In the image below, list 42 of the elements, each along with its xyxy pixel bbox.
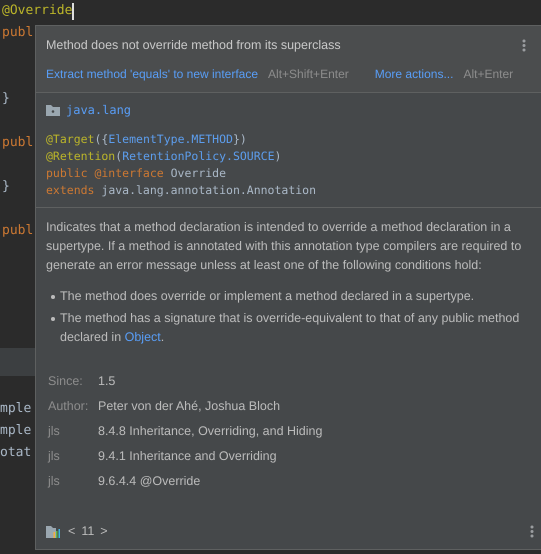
tag-value: 9.4.1 Inheritance and Overriding bbox=[98, 448, 278, 465]
library-icon bbox=[46, 525, 62, 538]
tag-label: Author: bbox=[48, 398, 90, 415]
code-line: } bbox=[2, 90, 10, 108]
tag-label: jls bbox=[48, 448, 61, 465]
previous-link[interactable]: < bbox=[68, 522, 76, 541]
next-link[interactable]: > bbox=[100, 522, 108, 541]
tag-value: 1.5 bbox=[98, 372, 116, 390]
description-text: Indicates that a method declaration is intended to override a method declaration in a supertype. If a method is annotated with this annotation type compilers are required to generate an error message unless at least one of the following conditions hold: bbox=[46, 218, 522, 274]
declaration-line: extends java.lang.annotation.Annotation bbox=[46, 182, 318, 199]
bullet-icon bbox=[51, 316, 55, 321]
code-line: mple bbox=[0, 422, 32, 440]
package-link[interactable]: java.lang bbox=[66, 100, 132, 119]
tag-label: jls bbox=[48, 472, 61, 490]
condition-text: The method has a signature that is override-equivalent to that of any public method declared in Object. bbox=[60, 310, 520, 346]
declaration-line: @Retention(RetentionPolicy.SOURCE) bbox=[46, 148, 282, 165]
condition-text: The method does override or implement a method declared in a supertype. bbox=[60, 288, 474, 305]
tag-label: Since: bbox=[48, 372, 84, 390]
code-line: publ bbox=[2, 24, 34, 42]
code-line: otat bbox=[0, 444, 32, 462]
code-line: } bbox=[2, 178, 10, 196]
package-folder-icon bbox=[46, 104, 60, 116]
code-line: publ bbox=[2, 222, 34, 240]
problem-message: Method does not override method from its superclass bbox=[46, 37, 341, 54]
shortcut-hint: Alt+Shift+Enter bbox=[268, 66, 349, 83]
more-options-icon[interactable] bbox=[522, 38, 526, 52]
tag-value: Peter von der Ahé, Joshua Bloch bbox=[98, 398, 282, 415]
declaration-line: @Target({ElementType.METHOD}) bbox=[46, 130, 248, 148]
code-line: publ bbox=[2, 134, 34, 152]
bullet-icon bbox=[51, 294, 55, 299]
more-options-icon[interactable] bbox=[530, 525, 534, 538]
code-line: mple bbox=[0, 400, 32, 418]
tag-label: jls bbox=[48, 422, 61, 440]
tag-value: 8.4.8 Inheritance, Overriding, and Hiding bbox=[98, 422, 324, 440]
action-link[interactable]: Extract method 'equals' to new interface bbox=[46, 64, 258, 83]
tag-value: 9.6.4.4 @Override bbox=[98, 472, 202, 490]
shortcut-hint: Alt+Enter bbox=[463, 66, 514, 83]
object-link[interactable]: Object bbox=[124, 330, 161, 344]
code-line: @Override bbox=[2, 2, 72, 20]
version-text: 11 bbox=[81, 523, 94, 540]
declaration-line: public @interface Override bbox=[46, 164, 228, 182]
action-link[interactable]: More actions... bbox=[374, 64, 454, 83]
